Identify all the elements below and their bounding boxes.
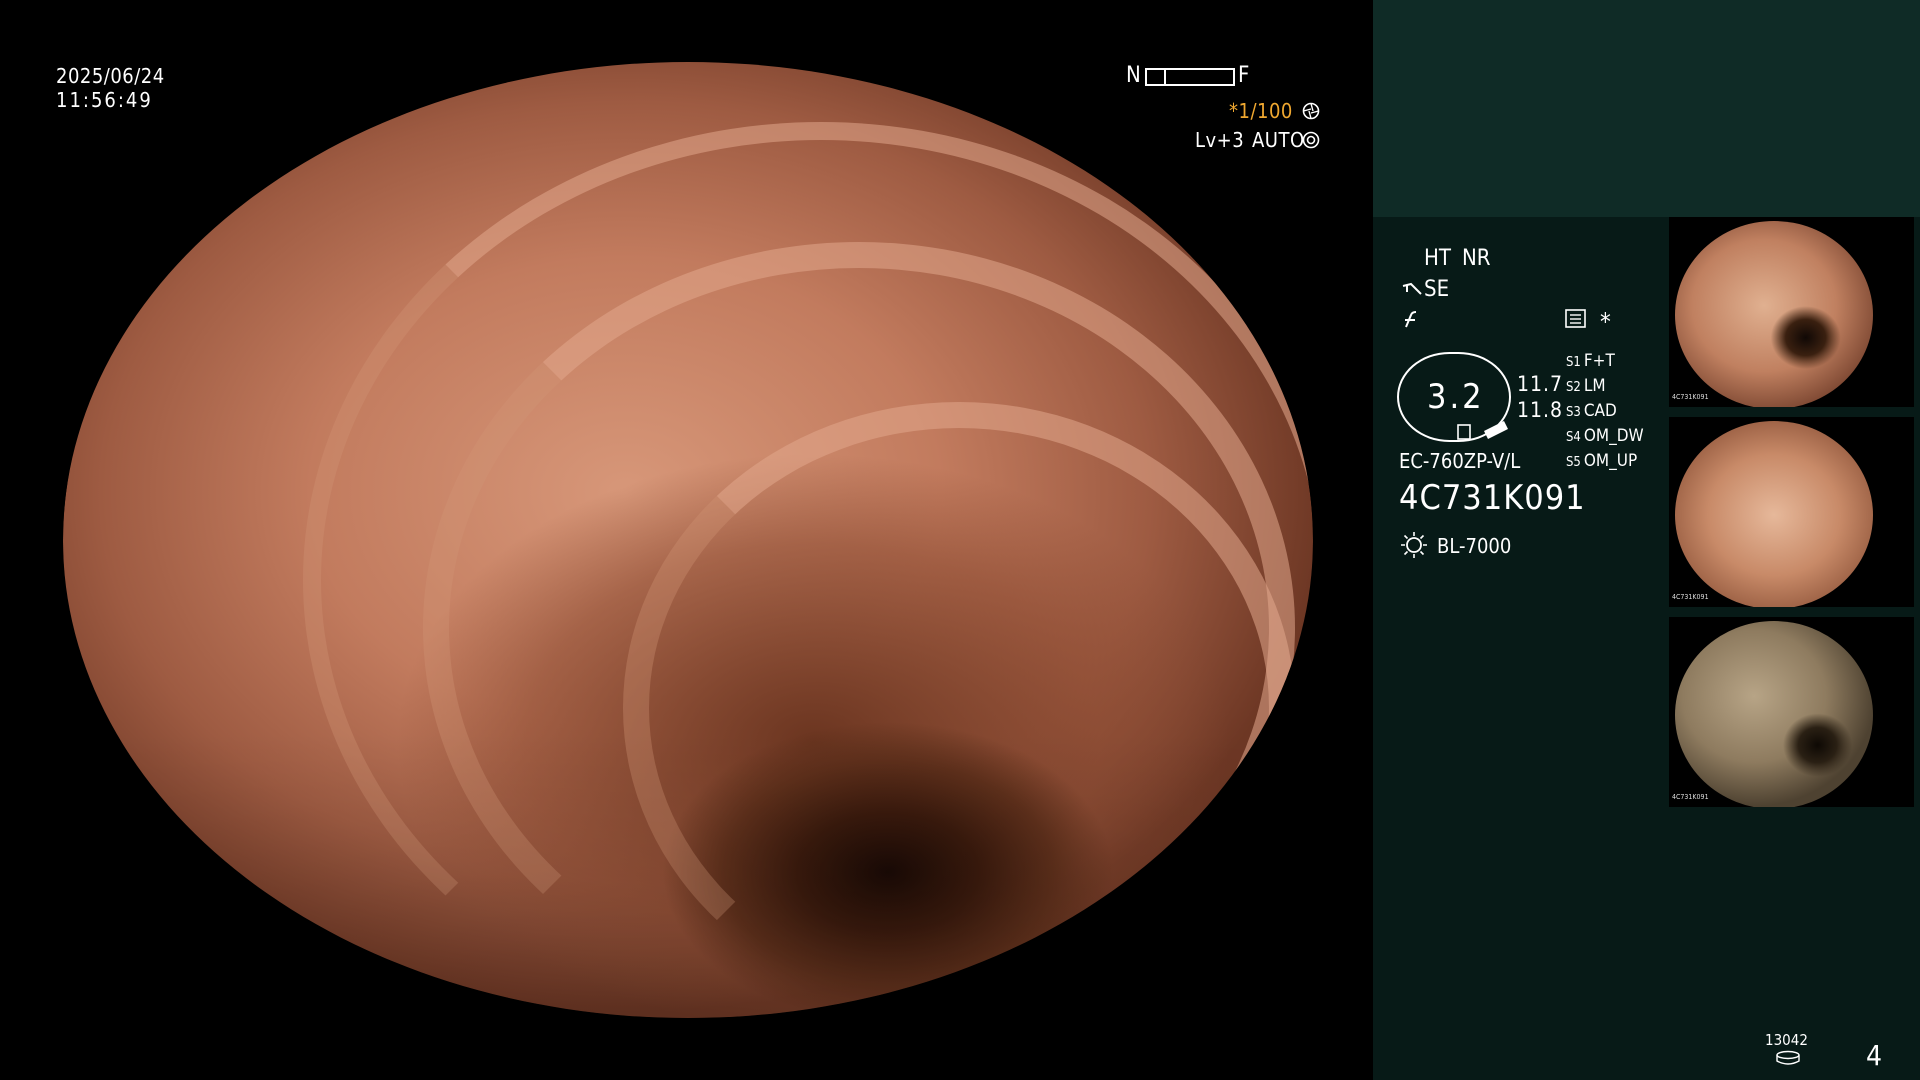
near-label: N [1126,63,1142,88]
thumbnail-serial: 4C731K091 [1672,593,1709,601]
nr-label: NR [1462,246,1491,271]
value-bottom: 11.8 [1517,398,1564,422]
counter-label: 13042 [1765,1031,1808,1049]
far-label: F [1238,63,1250,88]
thumbnail-image [1675,621,1873,807]
panel-header-area [1373,0,1920,217]
light-source-icon [1401,532,1427,558]
mode-s4: S4 OM_DW [1566,426,1644,446]
shutter-label: *1/100 [1229,99,1293,123]
level-label: Lv+3 [1195,128,1245,152]
mode-s1: S1 F+T [1566,351,1615,371]
thumbnail-serial: 4C731K091 [1672,793,1709,801]
value-top: 11.7 [1517,372,1564,396]
star-label: * [1600,308,1611,336]
page-number: 4 [1866,1039,1883,1072]
endoscope-view-pane: 2025/06/24 11:56:49 N F *1/100 Lv+3 AUTO [0,0,1373,1080]
model-label: EC-760ZP-V/L [1399,449,1521,473]
aperture-icon [1302,102,1320,120]
record-icon [1565,309,1586,328]
zoom-bar-icon [1457,421,1508,440]
date-label: 2025/06/24 [56,64,165,88]
thumbnail-capture-1[interactable]: 4C731K091 [1669,217,1914,407]
storage-icon [1776,1050,1800,1065]
ht-label: HT [1424,246,1451,271]
focus-bar [1145,68,1235,86]
color-enhance-icon [1405,311,1417,328]
iris-icon [1302,131,1320,149]
structure-enhance-icon [1402,282,1422,295]
thumbnail-image [1675,421,1873,607]
thumbnail-capture-2[interactable]: 4C731K091 [1669,417,1914,607]
mode-s2: S2 LM [1566,376,1606,396]
endoscope-live-image [63,62,1313,1018]
se-label: SE [1424,277,1450,302]
thumbnail-capture-3[interactable]: 4C731K091 [1669,617,1914,807]
mode-s3: S3 CAD [1566,401,1617,421]
thumbnail-serial: 4C731K091 [1672,393,1709,401]
serial-label: 4C731K091 [1399,478,1586,518]
time-label: 11:56:49 [56,88,153,112]
light-source-label: BL-7000 [1437,534,1512,558]
thumbnail-image [1675,221,1873,407]
mode-label: AUTO [1252,128,1305,152]
mode-s5: S5 OM_UP [1566,451,1638,471]
